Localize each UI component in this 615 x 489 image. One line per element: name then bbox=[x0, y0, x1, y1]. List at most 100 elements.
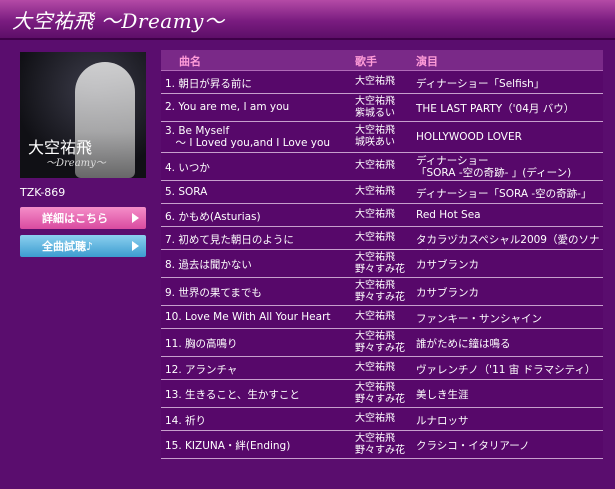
header-singer: 歌手 bbox=[355, 55, 377, 68]
singer-name: 大空祐飛 bbox=[355, 362, 395, 373]
details-button[interactable]: 詳細はこちら bbox=[20, 207, 146, 229]
singer-name-line: 大空祐飛 bbox=[355, 76, 395, 87]
show-name-line: ファンキー・サンシャイン bbox=[416, 313, 542, 325]
table-row: 9. 世界の果てまでも 大空祐飛 野々すみ花 カサブランカ bbox=[161, 278, 603, 306]
song-title: 2. You are me, I am you bbox=[165, 101, 289, 113]
show-name: カサブランカ bbox=[416, 285, 479, 300]
show-name: クラシコ・イタリアーノ bbox=[416, 438, 530, 453]
song-title-line: 10. Love Me With All Your Heart bbox=[165, 311, 331, 323]
table-row: 4. いつか 大空祐飛 ディナーショー 「SORA -空の奇跡- 」(ディーン) bbox=[161, 153, 603, 181]
song-title-line: 2. You are me, I am you bbox=[165, 101, 290, 113]
song-title-line: 11. 胸の高鳴り bbox=[165, 338, 238, 350]
show-name-line: カサブランカ bbox=[416, 259, 479, 271]
product-code: TZK-869 bbox=[20, 186, 66, 199]
song-title-line: 14. 祈り bbox=[165, 415, 207, 427]
song-title-line: ～ I Loved you,and I Love you bbox=[165, 137, 331, 149]
show-name: カサブランカ bbox=[416, 257, 479, 272]
show-name: ファンキー・サンシャイン bbox=[416, 311, 542, 326]
song-title-line: 6. かもめ(Asturias) bbox=[165, 211, 261, 223]
song-title: 3. Be Myself ～ I Loved you,and I Love yo… bbox=[165, 125, 330, 149]
song-title: 6. かもめ(Asturias) bbox=[165, 209, 261, 224]
table-row: 6. かもめ(Asturias) 大空祐飛 Red Hot Sea bbox=[161, 204, 603, 227]
show-name: ディナーショー 「SORA -空の奇跡- 」(ディーン) bbox=[416, 155, 571, 179]
singer-name: 大空祐飛 野々すみ花 bbox=[355, 280, 405, 304]
song-title: 5. SORA bbox=[165, 186, 207, 198]
table-row: 13. 生きること、生かすこと 大空祐飛 野々すみ花 美しき生涯 bbox=[161, 380, 603, 408]
singer-name-line: 大空祐飛 bbox=[355, 382, 395, 393]
song-title: 12. アランチャ bbox=[165, 362, 237, 377]
show-name-line: THE LAST PARTY（'04月 バウ） bbox=[416, 103, 575, 115]
singer-name-line: 大空祐飛 bbox=[355, 331, 395, 342]
singer-name: 大空祐飛 野々すみ花 bbox=[355, 433, 405, 457]
singer-name: 大空祐飛 bbox=[355, 311, 395, 322]
table-row: 8. 過去は聞かない 大空祐飛 野々すみ花 カサブランカ bbox=[161, 250, 603, 278]
show-name-line: ディナーショー bbox=[416, 155, 489, 167]
song-title: 8. 過去は聞かない bbox=[165, 257, 252, 272]
singer-name-line: 野々すみ花 bbox=[355, 445, 405, 456]
show-name: 美しき生涯 bbox=[416, 387, 469, 402]
table-row: 10. Love Me With All Your Heart 大空祐飛 ファンキー… bbox=[161, 306, 603, 329]
song-title: 14. 祈り bbox=[165, 413, 206, 428]
singer-name: 大空祐飛 bbox=[355, 232, 395, 243]
song-title-line: 12. アランチャ bbox=[165, 364, 238, 376]
song-title: 7. 初めて見た朝日のように bbox=[165, 232, 294, 247]
details-button-label: 詳細はこちら bbox=[42, 212, 108, 225]
show-name: ルナロッサ bbox=[416, 413, 469, 428]
header-show: 演目 bbox=[416, 55, 438, 68]
song-title-line: 7. 初めて見た朝日のように bbox=[165, 234, 294, 246]
song-title-line: 4. いつか bbox=[165, 162, 210, 174]
singer-name: 大空祐飛 bbox=[355, 186, 395, 197]
preview-button-label: 全曲試聴♪ bbox=[42, 240, 94, 253]
song-title: 10. Love Me With All Your Heart bbox=[165, 311, 331, 323]
song-title: 13. 生きること、生かすこと bbox=[165, 387, 300, 402]
show-name-line: 誰がために鐘は鳴る bbox=[416, 338, 511, 350]
singer-name-line: 大空祐飛 bbox=[355, 311, 395, 322]
singer-name-line: 野々すみ花 bbox=[355, 264, 405, 275]
singer-name-line: 大空祐飛 bbox=[355, 433, 395, 444]
arrow-right-icon bbox=[132, 241, 139, 251]
singer-name: 大空祐飛 bbox=[355, 209, 395, 220]
show-name-line: ディナーショー「Selfish」 bbox=[416, 78, 545, 90]
singer-name: 大空祐飛 bbox=[355, 76, 395, 87]
show-name-line: HOLLYWOOD LOVER bbox=[416, 131, 522, 143]
singer-name: 大空祐飛 bbox=[355, 160, 395, 171]
table-header: 曲名 歌手 演目 bbox=[161, 50, 603, 71]
show-name-line: Red Hot Sea bbox=[416, 209, 481, 221]
header-song: 曲名 bbox=[179, 55, 201, 68]
table-row: 5. SORA 大空祐飛 ディナーショー「SORA -空の奇跡-」 bbox=[161, 181, 603, 204]
page-title: 大空祐飛 ～Dreamy～ bbox=[12, 9, 225, 33]
table-row: 14. 祈り 大空祐飛 ルナロッサ bbox=[161, 408, 603, 431]
singer-name: 大空祐飛 紫城るい bbox=[355, 96, 395, 120]
singer-name-line: 紫城るい bbox=[355, 108, 395, 119]
singer-name-line: 大空祐飛 bbox=[355, 280, 395, 291]
singer-name-line: 城咲あい bbox=[355, 137, 395, 148]
show-name-line: ルナロッサ bbox=[416, 415, 469, 427]
table-body: 1. 朝日が昇る前に 大空祐飛 ディナーショー「Selfish」 2. You are… bbox=[161, 71, 603, 459]
page-header: 大空祐飛 ～Dreamy～ bbox=[0, 0, 615, 40]
song-title-line: 5. SORA bbox=[165, 186, 208, 198]
table-row: 2. You are me, I am you 大空祐飛 紫城るい THE LAST … bbox=[161, 94, 603, 122]
singer-name-line: 大空祐飛 bbox=[355, 232, 395, 243]
singer-name: 大空祐飛 城咲あい bbox=[355, 125, 395, 149]
song-title: 15. KIZUNA・絆(Ending) bbox=[165, 438, 290, 453]
singer-name: 大空祐飛 bbox=[355, 413, 395, 424]
singer-name: 大空祐飛 野々すみ花 bbox=[355, 252, 405, 276]
singer-name: 大空祐飛 野々すみ花 bbox=[355, 331, 405, 355]
show-name: ディナーショー「SORA -空の奇跡-」 bbox=[416, 186, 591, 201]
singer-name-line: 大空祐飛 bbox=[355, 160, 395, 171]
singer-name-line: 野々すみ花 bbox=[355, 292, 405, 303]
table-row: 7. 初めて見た朝日のように大空祐飛タカラヅカスペシャル2009（愛のソナタ） bbox=[161, 227, 603, 261]
show-name: ヴァレンチノ（'11 宙 ドラマシティ） bbox=[416, 362, 595, 377]
cover-subtitle: ～Dreamy～ bbox=[46, 158, 106, 169]
song-title-line: 3. Be Myself bbox=[165, 125, 230, 137]
show-name: HOLLYWOOD LOVER bbox=[416, 131, 522, 143]
singer-name-line: 野々すみ花 bbox=[355, 394, 405, 405]
preview-all-button[interactable]: 全曲試聴♪ bbox=[20, 235, 146, 257]
song-title: 1. 朝日が昇る前に bbox=[165, 76, 252, 91]
table-row: 11. 胸の高鳴り 大空祐飛 野々すみ花 誰がために鐘は鳴る bbox=[161, 329, 603, 357]
song-title-line: 8. 過去は聞かない bbox=[165, 259, 252, 271]
table-row: 12. アランチャ 大空祐飛 ヴァレンチノ（'11 宙 ドラマシティ） bbox=[161, 357, 603, 380]
singer-name-line: 大空祐飛 bbox=[355, 96, 395, 107]
table-row: 3. Be Myself ～ I Loved you,and I Love yo… bbox=[161, 122, 603, 153]
singer-name: 大空祐飛 野々すみ花 bbox=[355, 382, 405, 406]
